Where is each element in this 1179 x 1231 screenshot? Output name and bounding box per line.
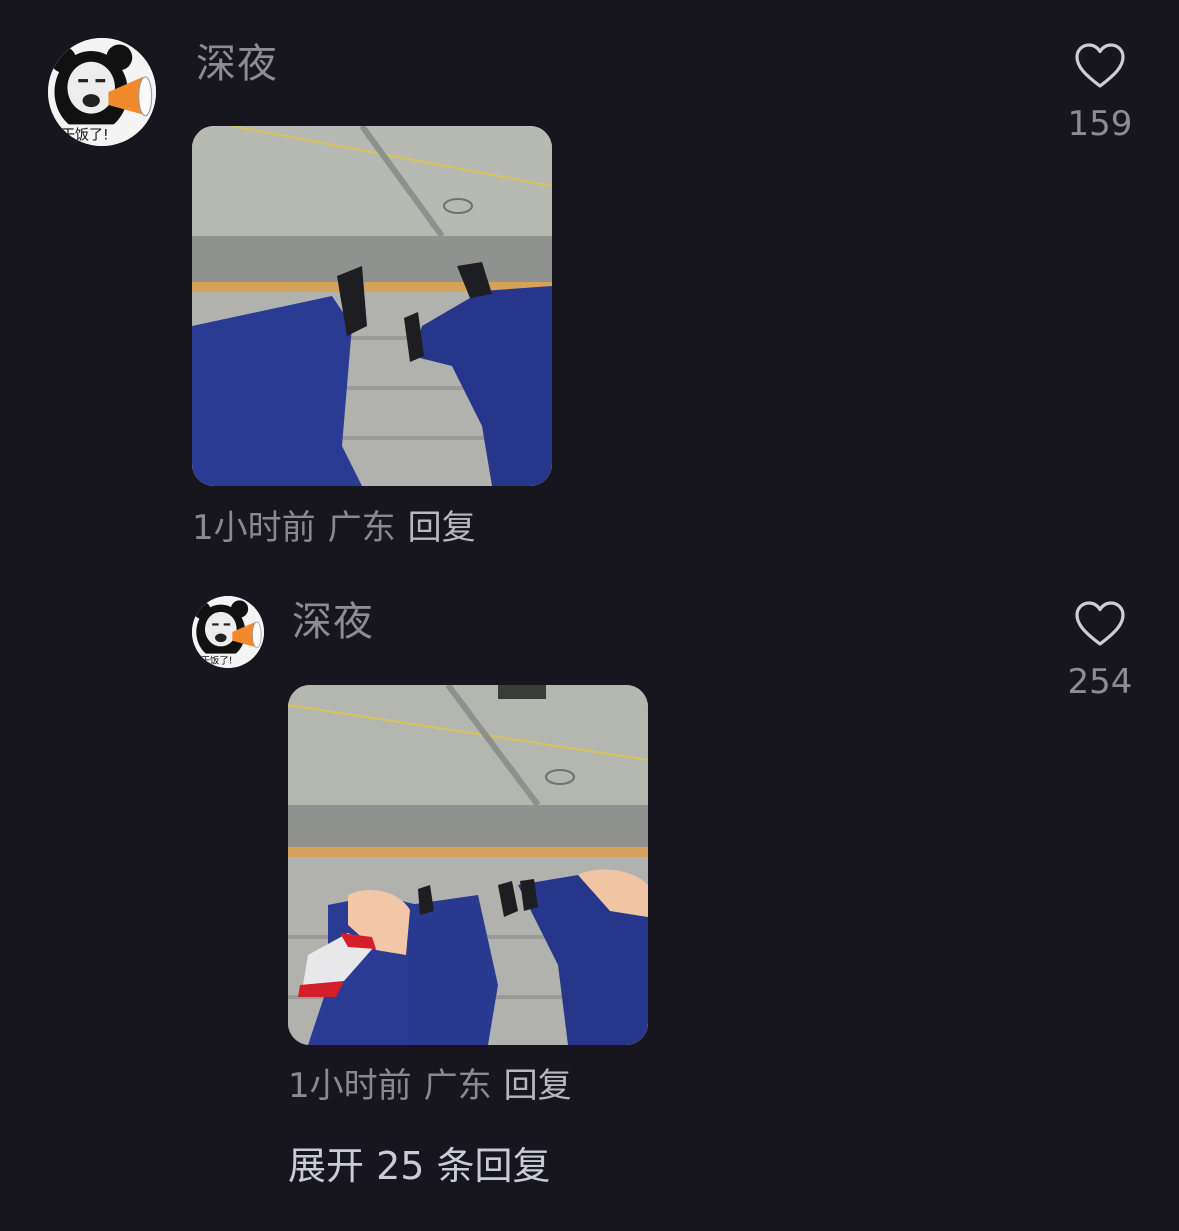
comment-username[interactable]: 深夜 [196, 40, 278, 88]
like-button[interactable]: 254 [1050, 600, 1150, 702]
comment-username[interactable]: 深夜 [292, 598, 374, 646]
like-count: 254 [1067, 662, 1133, 702]
avatar-caption: 干饭了! [61, 128, 109, 144]
heart-icon [1075, 601, 1125, 646]
comment-time: 1小时前 [288, 1066, 412, 1106]
legs-bandaged-wrist-photo [288, 685, 648, 1045]
comment-photo[interactable] [192, 126, 552, 486]
legs-on-steps-photo [192, 126, 552, 486]
avatar[interactable]: 干饭了! [192, 596, 264, 668]
like-count: 159 [1067, 104, 1133, 144]
avatar[interactable]: 干饭了! [48, 38, 156, 146]
like-button[interactable]: 159 [1050, 42, 1150, 144]
reply-button[interactable]: 回复 [408, 508, 476, 548]
avatar-caption: 干饭了! [201, 655, 233, 667]
comment-time: 1小时前 [192, 508, 316, 548]
comment-location: 广东 [327, 508, 396, 548]
meme-face-megaphone-avatar-icon: 干饭了! [192, 596, 264, 668]
comment-meta: 1小时前 广东 回复 [288, 1066, 572, 1106]
expand-replies-button[interactable]: 展开 25 条回复 [288, 1142, 551, 1190]
comment-location: 广东 [423, 1066, 492, 1106]
comment-meta: 1小时前 广东 回复 [192, 508, 476, 548]
comment-thread: 干饭了! 深夜 1小时前 广东 回复 159 干饭了! 深夜 1小时前 广东 回… [0, 0, 1179, 1231]
meme-face-megaphone-avatar-icon: 干饭了! [48, 38, 156, 146]
heart-icon [1075, 43, 1125, 88]
comment-photo[interactable] [288, 685, 648, 1045]
reply-button[interactable]: 回复 [504, 1066, 572, 1106]
